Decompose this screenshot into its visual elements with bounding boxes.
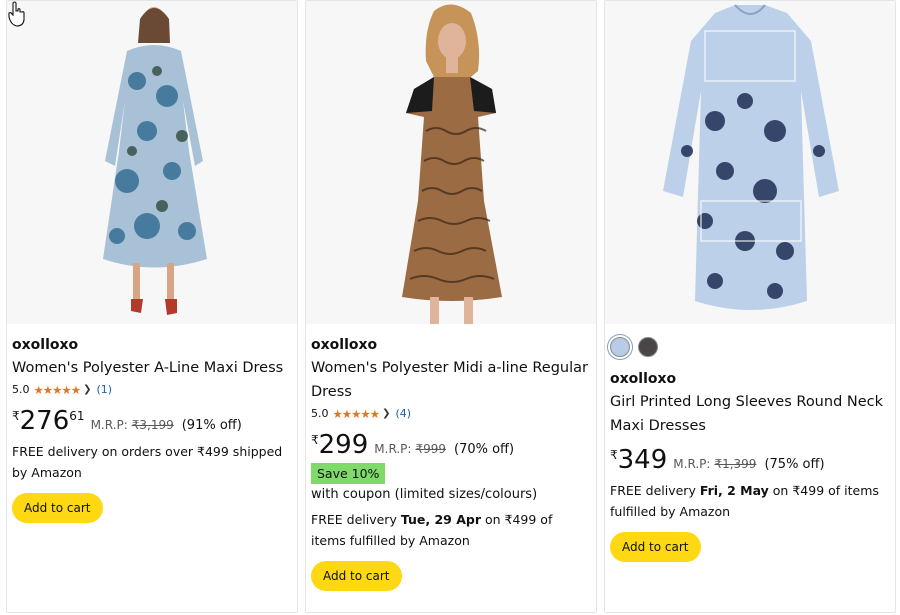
coupon-text: with coupon (limited sizes/colours) — [311, 487, 538, 502]
chevron-down-icon[interactable]: ❯ — [83, 381, 91, 399]
price-whole: 276 — [19, 406, 70, 436]
color-swatches — [610, 335, 889, 359]
rating-count-link[interactable]: (4) — [395, 405, 411, 423]
swatch-dark-grey[interactable] — [638, 337, 658, 357]
add-to-cart-button[interactable]: Add to cart — [610, 532, 701, 562]
delivery-date: Tue, 29 Apr — [400, 512, 481, 527]
price-row[interactable]: ₹ 299 M.R.P: ₹999 (70% off) — [311, 431, 590, 461]
price-whole: 299 — [318, 430, 369, 460]
product-brand: oxolloxo — [311, 337, 378, 353]
delivery-info: FREE delivery on orders over ₹499 shippe… — [12, 444, 283, 480]
product-brand: oxolloxo — [610, 371, 677, 387]
rating-count-link[interactable]: (1) — [96, 381, 112, 399]
product-card[interactable]: oxolloxo Women's Polyester Midi a-line R… — [305, 0, 597, 613]
product-title-link[interactable]: Women's Polyester Midi a-line Regular Dr… — [311, 356, 590, 404]
product-image[interactable] — [605, 1, 895, 324]
dress-photo-illustration — [402, 4, 502, 324]
currency-symbol: ₹ — [610, 448, 618, 462]
product-title-link[interactable]: Girl Printed Long Sleeves Round Neck Max… — [610, 390, 889, 438]
swatch-light-blue[interactable] — [610, 337, 630, 357]
chevron-down-icon[interactable]: ❯ — [382, 405, 390, 423]
star-icon[interactable]: ★★★★★ — [333, 405, 381, 423]
product-image[interactable] — [7, 1, 297, 324]
product-card[interactable]: oxolloxo Women's Polyester A-Line Maxi D… — [6, 0, 298, 613]
mrp-price: ₹1,399 — [714, 457, 757, 471]
product-image[interactable] — [306, 1, 596, 324]
dress-photo-illustration — [103, 7, 207, 315]
delivery-info: FREE delivery Fri, 2 May on ₹499 of item… — [610, 483, 879, 519]
dress-photo-illustration — [663, 4, 839, 310]
product-card[interactable]: oxolloxo Girl Printed Long Sleeves Round… — [604, 0, 896, 613]
rating-value: 5.0 — [12, 383, 30, 396]
mrp-label: M.R.P: ₹1,399 — [673, 457, 757, 471]
delivery-date: Fri, 2 May — [699, 483, 769, 498]
mrp-price: ₹3,199 — [131, 418, 174, 432]
delivery-info: FREE delivery Tue, 29 Apr on ₹499 of ite… — [311, 512, 553, 548]
hand-pointer-cursor — [8, 1, 25, 27]
rating-row[interactable]: 5.0 ★★★★★ ❯ (4) — [311, 405, 590, 423]
rating-row[interactable]: 5.0 ★★★★★ ❯ (1) — [12, 381, 291, 399]
discount-percent: (70% off) — [454, 442, 515, 457]
currency-symbol: ₹ — [311, 433, 319, 447]
mrp-label: M.R.P: ₹3,199 — [90, 418, 174, 432]
coupon-row: Save 10% with coupon (limited sizes/colou… — [311, 463, 590, 505]
discount-percent: (91% off) — [181, 418, 242, 433]
price-row[interactable]: ₹ 276 61 M.R.P: ₹3,199 (91% off) — [12, 407, 291, 437]
mrp-label: M.R.P: ₹999 — [374, 442, 446, 456]
add-to-cart-button[interactable]: Add to cart — [311, 561, 402, 591]
price-fraction: 61 — [69, 409, 85, 423]
save-badge: Save 10% — [311, 463, 386, 484]
discount-percent: (75% off) — [764, 457, 825, 472]
price-whole: 349 — [617, 445, 668, 475]
product-brand: oxolloxo — [12, 337, 79, 353]
add-to-cart-button[interactable]: Add to cart — [12, 493, 103, 523]
currency-symbol: ₹ — [12, 409, 20, 423]
price-row[interactable]: ₹ 349 M.R.P: ₹1,399 (75% off) — [610, 446, 889, 476]
mrp-price: ₹999 — [415, 442, 446, 456]
star-icon[interactable]: ★★★★★ — [34, 381, 82, 399]
product-title-link[interactable]: Women's Polyester A-Line Maxi Dress — [12, 356, 291, 380]
rating-value: 5.0 — [311, 407, 329, 420]
